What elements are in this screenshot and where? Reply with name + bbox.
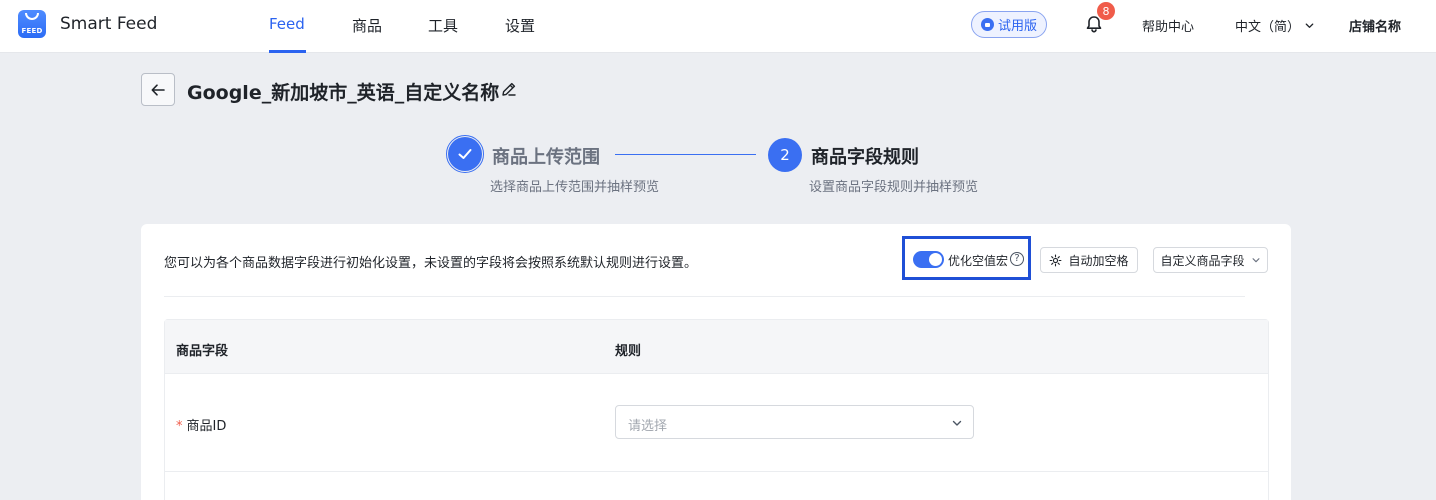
- nav-item-products[interactable]: 商品: [352, 15, 382, 36]
- step-1-check-icon[interactable]: [448, 137, 482, 171]
- back-button[interactable]: [141, 73, 175, 106]
- table-row-label: * 商品ID: [176, 415, 226, 434]
- trial-label: 试用版: [997, 19, 1037, 34]
- section-divider: [164, 296, 1245, 297]
- page-title: Google_新加坡市_英语_自定义名称: [187, 82, 500, 104]
- nav-active-indicator: [269, 50, 306, 53]
- edit-pencil-icon[interactable]: [500, 80, 518, 98]
- notification-count-badge: 8: [1097, 2, 1115, 20]
- step-1-subtitle: 选择商品上传范围并抽样预览: [490, 180, 660, 195]
- step-connector-line: [615, 154, 756, 155]
- store-name-menu[interactable]: 店铺名称: [1349, 16, 1401, 35]
- app-name: Smart Feed: [60, 14, 158, 34]
- chevron-down-icon: [1252, 258, 1259, 263]
- column-header-field: 商品字段: [176, 344, 229, 359]
- chevron-down-icon: [1305, 23, 1314, 28]
- top-navigation-bar: FEED Smart Feed Feed 商品 工具 设置 试用版 8 帮助中心…: [0, 0, 1436, 53]
- table-header: 商品字段 规则: [165, 320, 1268, 374]
- custom-product-field-dropdown[interactable]: 自定义商品字段: [1153, 247, 1268, 273]
- help-center-link[interactable]: 帮助中心: [1142, 16, 1194, 35]
- arrow-left-icon: [151, 83, 165, 96]
- optimize-empty-macro-toggle[interactable]: [913, 251, 944, 268]
- nav-item-tools[interactable]: 工具: [428, 15, 458, 36]
- column-header-rule: 规则: [615, 344, 642, 359]
- custom-product-field-label: 自定义商品字段: [1160, 253, 1245, 268]
- toggle-knob: [929, 253, 942, 266]
- logo-text: FEED: [21, 27, 43, 35]
- step-1-title[interactable]: 商品上传范围: [492, 143, 600, 169]
- nav-item-feed[interactable]: Feed: [269, 15, 305, 33]
- required-asterisk: *: [176, 419, 183, 434]
- check-icon: [458, 149, 472, 159]
- optimize-empty-macro-label: 优化空值宏: [948, 254, 1009, 268]
- step-2-number: 2: [768, 138, 802, 172]
- product-id-rule-select[interactable]: 请选择: [615, 405, 974, 439]
- question-help-icon[interactable]: ?: [1010, 252, 1024, 266]
- trial-badge[interactable]: 试用版: [971, 11, 1047, 38]
- row-divider: [165, 471, 1268, 472]
- select-placeholder: 请选择: [628, 419, 668, 434]
- gear-icon: [1050, 254, 1062, 266]
- field-rules-intro: 您可以为各个商品数据字段进行初始化设置，未设置的字段将会按照系统默认规则进行设置…: [164, 256, 698, 271]
- field-rules-table: 商品字段 规则 * 商品ID 请选择: [164, 319, 1269, 500]
- field-name: 商品ID: [186, 419, 227, 434]
- trial-icon: [980, 18, 994, 31]
- feed-logo-icon[interactable]: FEED: [18, 10, 46, 38]
- step-2-title: 商品字段规则: [811, 147, 919, 168]
- step-2-subtitle: 设置商品字段规则并抽样预览: [809, 180, 979, 195]
- auto-add-space-button[interactable]: 自动加空格: [1040, 247, 1138, 273]
- nav-item-settings[interactable]: 设置: [505, 15, 535, 36]
- language-label: 中文（简）: [1235, 20, 1301, 35]
- language-selector[interactable]: 中文（简）: [1235, 16, 1315, 35]
- chevron-down-icon: [952, 420, 962, 426]
- auto-add-space-label: 自动加空格: [1068, 253, 1129, 268]
